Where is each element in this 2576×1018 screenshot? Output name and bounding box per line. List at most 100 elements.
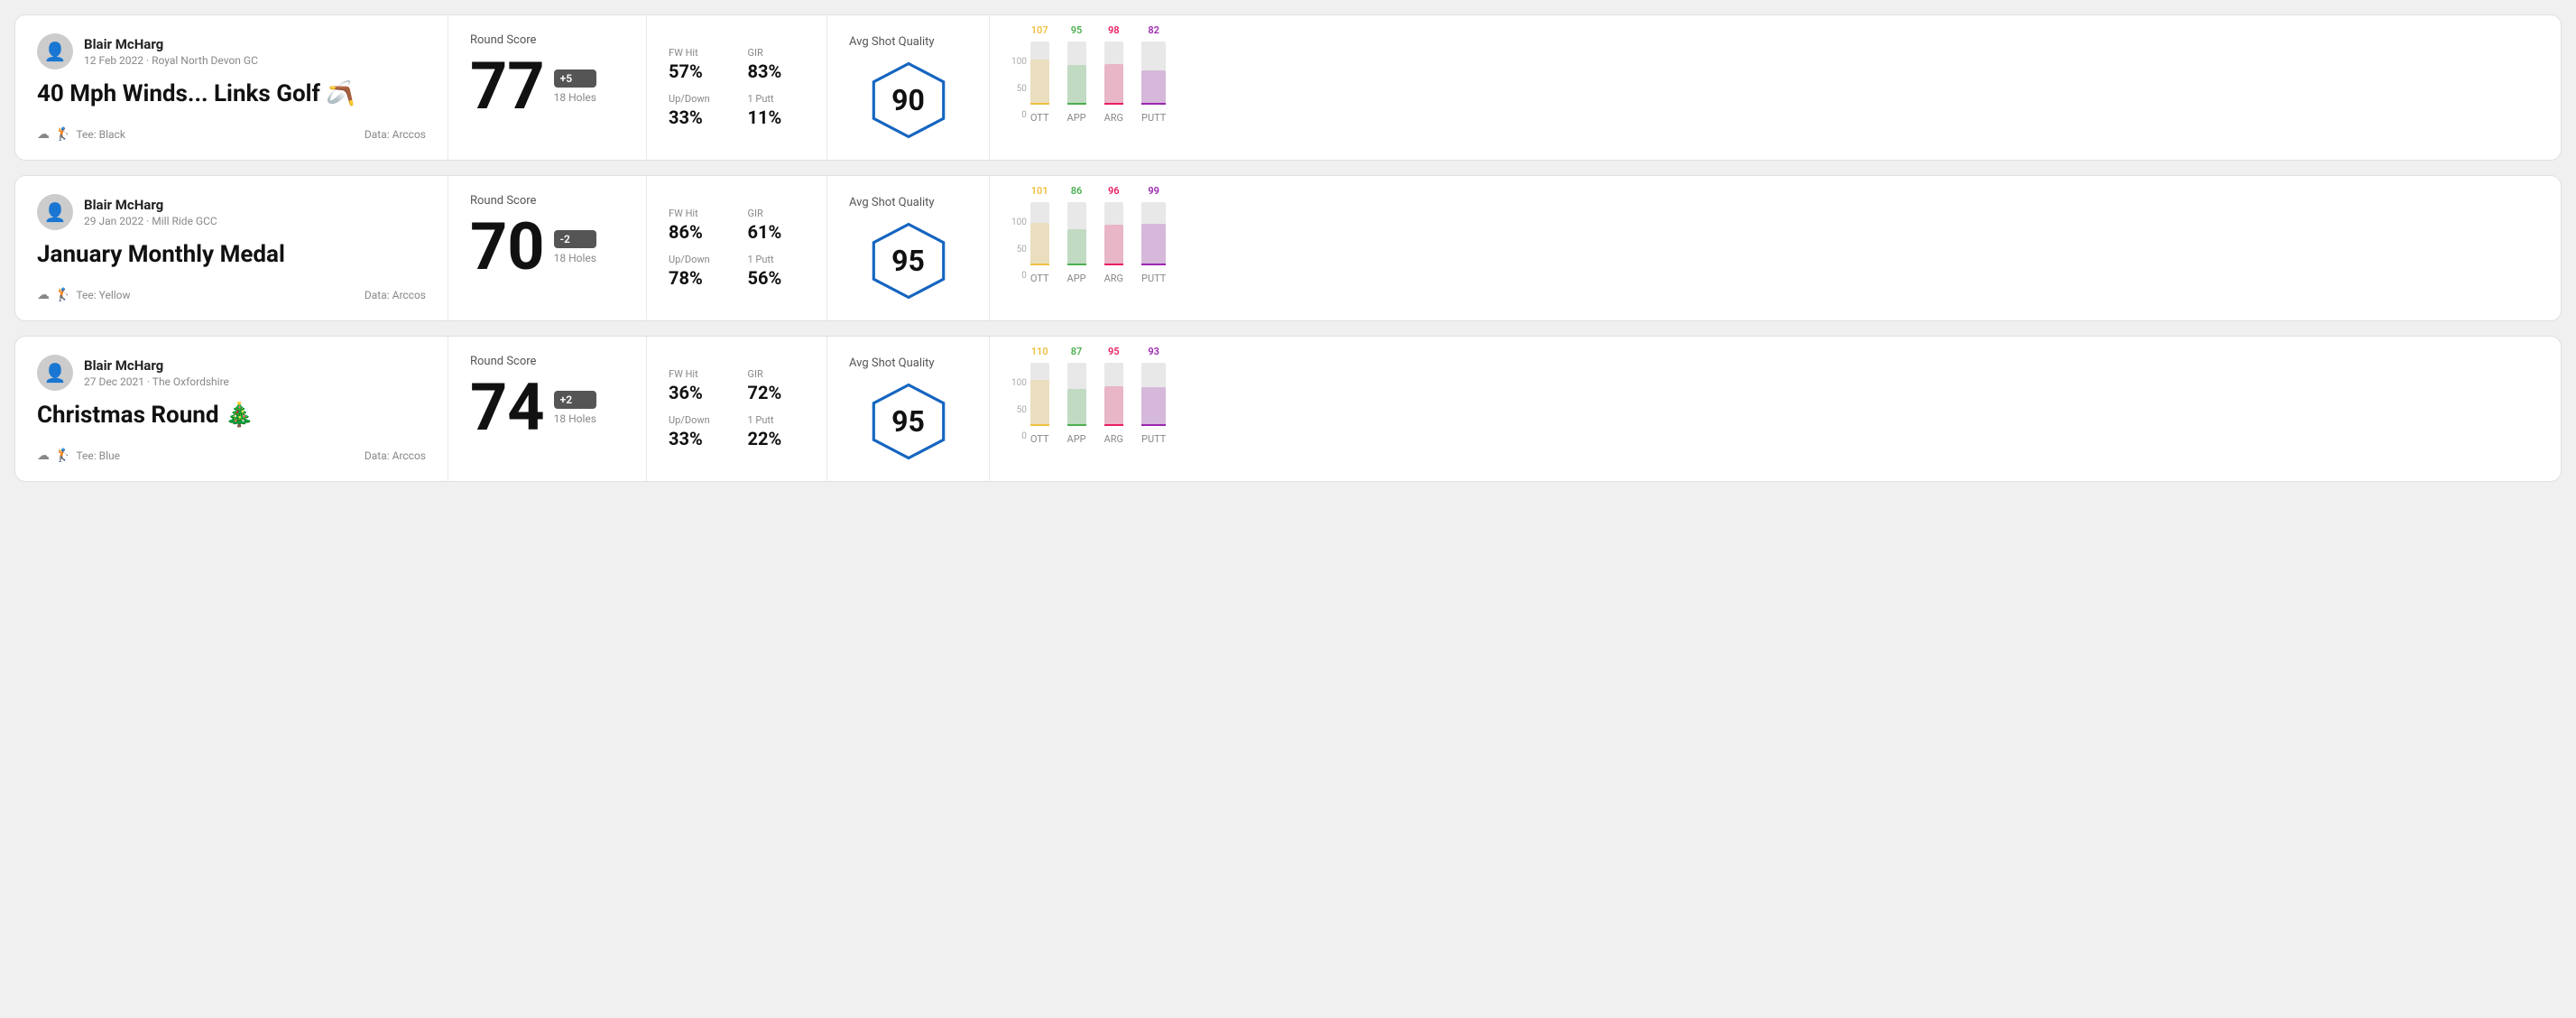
tee-label: Tee: Blue bbox=[76, 449, 120, 462]
score-value: 77 bbox=[470, 54, 545, 119]
bar-value: 86 bbox=[1071, 185, 1083, 197]
oneputt-label: 1 Putt bbox=[748, 254, 806, 265]
bar-fill bbox=[1030, 223, 1049, 265]
gir-stat: GIR 72% bbox=[748, 368, 806, 403]
bar-label: APP bbox=[1067, 273, 1086, 284]
fw-hit-label: FW Hit bbox=[669, 47, 726, 59]
bar-top-line bbox=[1141, 264, 1166, 265]
bar-background bbox=[1104, 363, 1123, 426]
cloud-icon: ☁ bbox=[37, 127, 50, 142]
round-title: January Monthly Medal bbox=[37, 241, 426, 268]
chart-bar-group: 95 APP bbox=[1067, 24, 1086, 124]
cloud-icon: ☁ bbox=[37, 288, 50, 302]
user-icon: 👤 bbox=[44, 41, 67, 62]
stats-grid: FW Hit 36% GIR 72% Up/Down 33% 1 Putt 22… bbox=[669, 368, 805, 449]
chart-bar-group: 99 PUTT bbox=[1141, 185, 1166, 284]
oneputt-value: 56% bbox=[748, 267, 806, 289]
player-details: Blair McHarg 27 Dec 2021 · The Oxfordshi… bbox=[84, 357, 229, 388]
holes-label: 18 Holes bbox=[554, 412, 596, 425]
card-footer: ☁ 🏌 Tee: Blue Data: Arccos bbox=[37, 449, 426, 463]
hex-score: 90 bbox=[891, 83, 925, 117]
fw-hit-label: FW Hit bbox=[669, 208, 726, 219]
player-name: Blair McHarg bbox=[84, 36, 258, 52]
chart-bar-group: 96 ARG bbox=[1104, 185, 1123, 284]
score-modifier: +2 bbox=[554, 391, 596, 409]
oneputt-label: 1 Putt bbox=[748, 414, 806, 426]
updown-label: Up/Down bbox=[669, 254, 726, 265]
chart-bar-group: 98 ARG bbox=[1104, 24, 1123, 124]
bag-icon: 🏌 bbox=[55, 288, 70, 302]
bar-background bbox=[1030, 202, 1049, 265]
score-modifier: -2 bbox=[554, 230, 596, 248]
bar-top-line bbox=[1104, 103, 1123, 105]
bar-fill bbox=[1141, 224, 1166, 265]
card-left-2: 👤 Blair McHarg 29 Jan 2022 · Mill Ride G… bbox=[15, 176, 448, 320]
avg-shot-quality-label: Avg Shot Quality bbox=[849, 35, 935, 49]
card-stats-3: FW Hit 36% GIR 72% Up/Down 33% 1 Putt 22… bbox=[647, 337, 827, 481]
hexagon-container: 95 bbox=[868, 220, 949, 301]
gir-label: GIR bbox=[748, 208, 806, 219]
bar-label: APP bbox=[1067, 112, 1086, 124]
oneputt-value: 22% bbox=[748, 428, 806, 449]
player-date-course: 27 Dec 2021 · The Oxfordshire bbox=[84, 375, 229, 388]
bar-fill bbox=[1141, 70, 1166, 105]
player-date-course: 29 Jan 2022 · Mill Ride GCC bbox=[84, 215, 217, 227]
bar-fill bbox=[1067, 389, 1086, 426]
bar-top-line bbox=[1067, 264, 1086, 265]
bar-value: 95 bbox=[1071, 24, 1083, 36]
fw-hit-value: 86% bbox=[669, 221, 726, 243]
chart-bar-group: 87 APP bbox=[1067, 346, 1086, 445]
bar-label: ARG bbox=[1104, 273, 1123, 284]
round-score-label: Round Score bbox=[470, 33, 624, 47]
bar-background bbox=[1030, 42, 1049, 105]
chart-bar-group: 101 OTT bbox=[1030, 185, 1049, 284]
bar-top-line bbox=[1030, 424, 1049, 426]
card-footer: ☁ 🏌 Tee: Black Data: Arccos bbox=[37, 127, 426, 142]
bar-label: OTT bbox=[1030, 273, 1049, 284]
updown-value: 33% bbox=[669, 428, 726, 449]
chart-bar-group: 107 OTT bbox=[1030, 24, 1049, 124]
bar-label: PUTT bbox=[1141, 433, 1166, 445]
oneputt-value: 11% bbox=[748, 106, 806, 128]
bar-fill bbox=[1104, 64, 1123, 106]
card-chart-2: 100 50 0 101 OTT 86 APP bbox=[990, 176, 2561, 320]
chart-bar-group: 95 ARG bbox=[1104, 346, 1123, 445]
card-left-1: 👤 Blair McHarg 12 Feb 2022 · Royal North… bbox=[15, 15, 448, 160]
oneputt-stat: 1 Putt 22% bbox=[748, 414, 806, 449]
hex-score: 95 bbox=[891, 244, 925, 278]
data-source: Data: Arccos bbox=[365, 449, 426, 462]
bar-label: OTT bbox=[1030, 433, 1049, 445]
score-value: 74 bbox=[470, 375, 545, 440]
card-quality-1: Avg Shot Quality 90 bbox=[827, 15, 990, 160]
card-chart-3: 100 50 0 110 OTT 87 APP bbox=[990, 337, 2561, 481]
bar-label: PUTT bbox=[1141, 112, 1166, 124]
bar-background bbox=[1141, 202, 1166, 265]
round-score-label: Round Score bbox=[470, 194, 624, 208]
bar-label: ARG bbox=[1104, 433, 1123, 445]
fw-hit-label: FW Hit bbox=[669, 368, 726, 380]
round-card-2: 👤 Blair McHarg 29 Jan 2022 · Mill Ride G… bbox=[14, 175, 2562, 321]
hexagon-container: 90 bbox=[868, 60, 949, 141]
player-info: 👤 Blair McHarg 27 Dec 2021 · The Oxfords… bbox=[37, 355, 426, 391]
tee-info: ☁ 🏌 Tee: Yellow bbox=[37, 288, 131, 302]
avatar: 👤 bbox=[37, 33, 73, 69]
updown-value: 78% bbox=[669, 267, 726, 289]
chart-bar-group: 86 APP bbox=[1067, 185, 1086, 284]
round-card-3: 👤 Blair McHarg 27 Dec 2021 · The Oxfords… bbox=[14, 336, 2562, 482]
stats-grid: FW Hit 57% GIR 83% Up/Down 33% 1 Putt 11… bbox=[669, 47, 805, 128]
updown-stat: Up/Down 33% bbox=[669, 414, 726, 449]
bar-value: 107 bbox=[1031, 24, 1048, 36]
bag-icon: 🏌 bbox=[55, 127, 70, 142]
avatar: 👤 bbox=[37, 194, 73, 230]
bar-value: 110 bbox=[1031, 346, 1048, 357]
card-score-2: Round Score 70 -2 18 Holes bbox=[448, 176, 647, 320]
hex-score: 95 bbox=[891, 404, 925, 439]
user-icon: 👤 bbox=[44, 201, 67, 223]
bar-value: 99 bbox=[1148, 185, 1159, 197]
score-row: 70 -2 18 Holes bbox=[470, 215, 624, 280]
updown-label: Up/Down bbox=[669, 93, 726, 105]
score-meta: -2 18 Holes bbox=[554, 230, 596, 264]
holes-label: 18 Holes bbox=[554, 252, 596, 264]
round-card-1: 👤 Blair McHarg 12 Feb 2022 · Royal North… bbox=[14, 14, 2562, 161]
round-title: 40 Mph Winds... Links Golf 🪃 bbox=[37, 80, 426, 107]
